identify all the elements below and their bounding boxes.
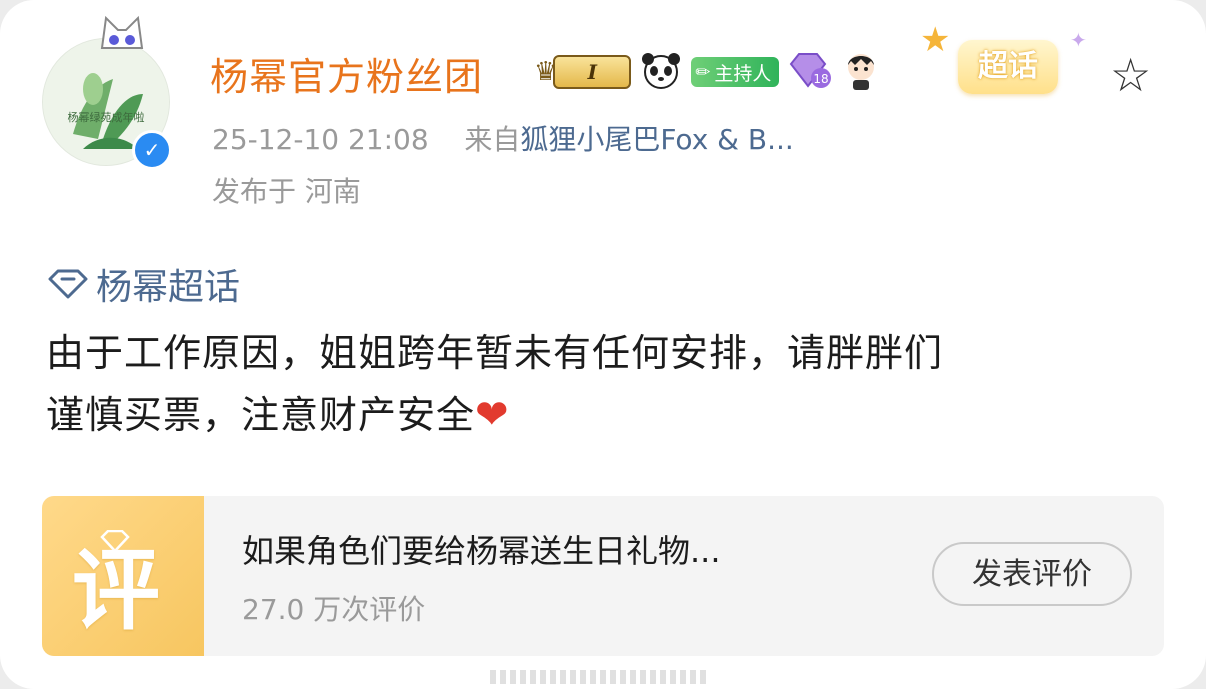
pencil-icon: ✏ <box>695 61 711 83</box>
review-icon: 评 <box>42 496 204 656</box>
super-topic-badge[interactable]: 超话 <box>958 40 1058 94</box>
bottom-divider <box>490 670 710 684</box>
post-location: 发布于 河南 <box>212 175 361 208</box>
member-level-number: 18 <box>814 72 829 86</box>
level-badge[interactable]: I <box>553 55 632 89</box>
super-topic-link[interactable]: 杨幂超话 <box>46 258 240 310</box>
avatar-lettering: 杨幂绿苑成年啦 <box>68 110 145 124</box>
author-badges: ♛ I ✏ 主持人 18 <box>534 46 889 98</box>
panda-icon[interactable] <box>639 50 683 94</box>
post-text-line-2-text: 谨慎买票，注意财产安全 <box>46 393 476 437</box>
post-meta: 25-12-10 21:08 来自狐狸小尾巴Fox & B... <box>212 118 794 158</box>
host-badge-label: 主持人 <box>714 62 772 85</box>
chibi-avatar-icon[interactable] <box>841 49 881 95</box>
post-text-line-2: 谨慎买票，注意财产安全❤ <box>46 384 1166 446</box>
verified-check-icon: ✓ <box>132 130 172 170</box>
cat-ears-decoration-icon <box>96 12 146 56</box>
post-review-button[interactable]: 发表评价 <box>932 542 1132 606</box>
source-prefix: 来自 <box>464 123 521 156</box>
diamond-level-badge-icon[interactable]: 18 <box>787 50 833 94</box>
post-source-link[interactable]: 狐狸小尾巴Fox & B... <box>520 123 794 156</box>
favorite-star-icon[interactable]: ☆ <box>1110 52 1151 98</box>
weibo-post-card: 杨幂绿苑成年啦 ✓ 杨幂官方粉丝团 ♛ I ✏ 主持人 18 ★ 超话 ✦ ☆ … <box>0 0 1206 689</box>
star-decoration-icon: ★ <box>920 20 951 60</box>
author-name[interactable]: 杨幂官方粉丝团 <box>210 46 483 101</box>
review-card[interactable]: 评 如果角色们要给杨幂送生日礼物... 27.0 万次评价 发表评价 <box>42 496 1164 656</box>
host-badge[interactable]: ✏ 主持人 <box>691 57 780 87</box>
post-timestamp: 25-12-10 21:08 <box>212 123 429 156</box>
post-text-line-1: 由于工作原因，姐姐跨年暂未有任何安排，请胖胖们 <box>46 331 944 375</box>
post-content: 由于工作原因，姐姐跨年暂未有任何安排，请胖胖们 谨慎买票，注意财产安全❤ <box>46 322 1166 446</box>
review-icon-char: 评 <box>72 539 161 642</box>
super-topic-label: 杨幂超话 <box>96 267 241 308</box>
heart-emoji-icon: ❤ <box>475 392 510 438</box>
super-topic-diamond-icon <box>48 269 88 299</box>
sparkle-icon: ✦ <box>1070 28 1087 52</box>
review-count: 27.0 万次评价 <box>242 593 426 626</box>
review-title[interactable]: 如果角色们要给杨幂送生日礼物... <box>242 526 721 572</box>
